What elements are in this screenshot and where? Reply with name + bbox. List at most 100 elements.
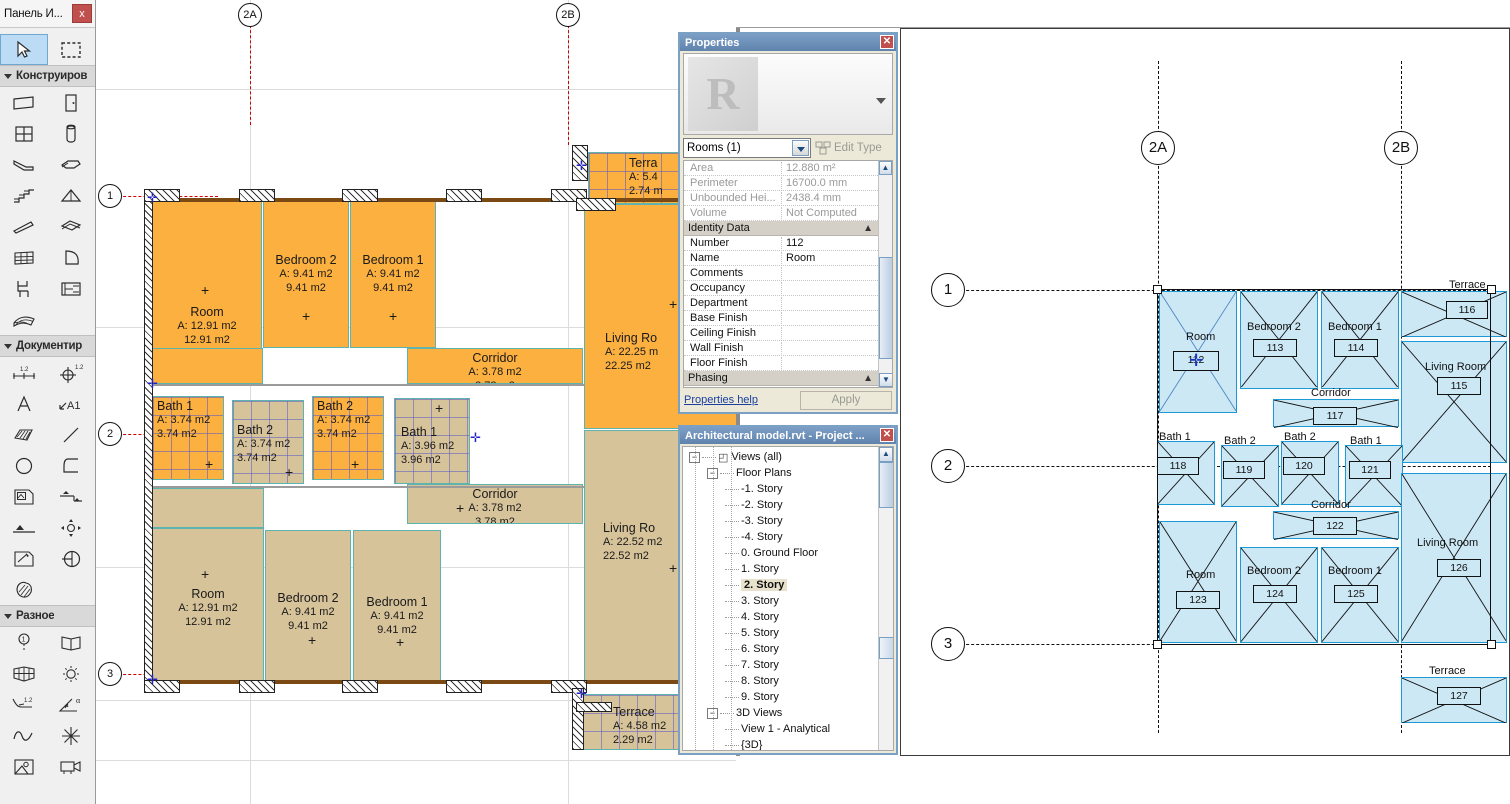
room-bath2-midleft[interactable]: Bath 2 A: 3.74 m2 3.74 m2 + xyxy=(232,400,304,484)
aroom-tag[interactable]: 127 xyxy=(1437,687,1481,705)
ramp-tool[interactable] xyxy=(0,211,48,242)
room-corridor-lower[interactable]: Corridor A: 3.78 m2 3.78 m2 + xyxy=(407,484,583,524)
agrid-bubble-2[interactable]: 2 xyxy=(931,449,965,483)
wall-node[interactable] xyxy=(1153,640,1162,649)
room-bath1-right[interactable]: Bath 1 A: 3.96 m2 3.96 m2 + xyxy=(394,398,470,484)
curtain-wall-icon[interactable] xyxy=(48,211,96,242)
room-bedroom2-lower[interactable]: Bedroom 2 A: 9.41 m2 9.41 m2 + xyxy=(265,530,351,682)
stairs-tool[interactable] xyxy=(0,180,48,211)
chair-icon[interactable] xyxy=(0,273,48,304)
close-icon[interactable]: ✕ xyxy=(880,428,894,442)
selection-grip[interactable] xyxy=(147,378,158,389)
property-group-phasing[interactable]: Phasing ▲ xyxy=(684,371,878,386)
grid-bubble-icon[interactable]: 1 xyxy=(0,627,48,658)
aroom-tag[interactable]: 117 xyxy=(1313,407,1357,425)
aroom-tag[interactable]: 115 xyxy=(1437,377,1481,395)
asterisk-snap-icon[interactable] xyxy=(48,720,96,751)
properties-help-link[interactable]: Properties help xyxy=(684,394,758,406)
close-icon[interactable]: x xyxy=(72,4,92,23)
column-tool[interactable] xyxy=(48,118,96,149)
project-browser-scrollbar[interactable]: ▲ xyxy=(878,447,893,750)
annotation-sheet-icon[interactable] xyxy=(0,543,48,574)
agrid-bubble-2A[interactable]: 2A xyxy=(1141,131,1175,165)
aroom-tag[interactable]: 125 xyxy=(1334,585,1378,603)
selection-grip[interactable] xyxy=(470,432,481,443)
property-row[interactable]: Unbounded Hei... 2438.4 mm xyxy=(684,191,878,206)
wall-node[interactable] xyxy=(1153,285,1162,294)
slope-1-2-icon[interactable]: 1.2 xyxy=(0,689,48,720)
detail-curve-icon[interactable] xyxy=(48,450,96,481)
elevation-marker-icon[interactable] xyxy=(0,512,48,543)
selection-grip[interactable] xyxy=(576,160,587,171)
aroom-tag[interactable]: 118 xyxy=(1157,457,1199,475)
agrid-bubble-1[interactable]: 1 xyxy=(931,273,965,307)
scrollbar-thumb-secondary[interactable] xyxy=(879,637,893,659)
image-icon[interactable] xyxy=(0,751,48,782)
angle-alpha-icon[interactable]: α xyxy=(48,689,96,720)
room-lower-filler[interactable] xyxy=(152,488,264,528)
grid-bubble-2[interactable]: 2 xyxy=(98,422,122,446)
window-tool[interactable] xyxy=(0,118,48,149)
properties-scrollbar[interactable]: ▲ ▼ xyxy=(878,161,892,387)
apply-button[interactable]: Apply xyxy=(800,390,892,410)
aroom-tag[interactable]: 114 xyxy=(1334,339,1378,357)
section-construction-header[interactable]: Конструиров xyxy=(0,65,95,87)
scroll-up-icon[interactable]: ▲ xyxy=(879,161,892,175)
callout-rotate-icon[interactable] xyxy=(48,512,96,543)
tag-A1-icon[interactable]: A1 xyxy=(48,388,96,419)
property-row[interactable]: Comments xyxy=(684,266,878,281)
line-icon[interactable] xyxy=(48,419,96,450)
property-row[interactable]: Number 112 xyxy=(684,236,878,251)
room-bedroom1-upper[interactable]: Bedroom 1 A: 9.41 m2 9.41 m2 + xyxy=(350,200,436,348)
aroom-tag[interactable]: 119 xyxy=(1223,461,1265,479)
spot-elevation-icon[interactable]: 1.2 xyxy=(48,357,96,388)
sheet-icon[interactable] xyxy=(0,481,48,512)
wall-tool[interactable] xyxy=(0,87,48,118)
aroom-tag[interactable]: 122 xyxy=(1313,517,1357,535)
grid-bubble-2B[interactable]: 2B xyxy=(556,3,580,27)
beam-tool[interactable] xyxy=(0,149,48,180)
selection-grip[interactable] xyxy=(576,688,587,699)
section-pie-icon[interactable] xyxy=(48,543,96,574)
aroom-tag[interactable]: 123 xyxy=(1176,591,1220,609)
left-plan-canvas[interactable]: 2A 2B 1 2 3 Terra A: 5.4 2.74 m Room A: … xyxy=(96,0,736,804)
edit-type-button[interactable]: Edit Type xyxy=(815,141,882,155)
property-row[interactable]: Wall Finish xyxy=(684,341,878,356)
filled-region-icon[interactable] xyxy=(0,419,48,450)
grid-panel-icon[interactable] xyxy=(0,242,48,273)
property-row[interactable]: Name Room xyxy=(684,251,878,266)
property-row[interactable]: Phase New Constru... xyxy=(684,386,878,387)
wall-node[interactable] xyxy=(1487,285,1496,294)
property-row[interactable]: Perimeter 16700.0 mm xyxy=(684,176,878,191)
grid-bubble-1[interactable]: 1 xyxy=(98,184,122,208)
properties-grid[interactable]: Area 12.880 m² Perimeter 16700.0 mm Unbo… xyxy=(683,160,893,388)
grid-bubble-2A[interactable]: 2A xyxy=(238,3,262,27)
aroom-tag[interactable]: 116 xyxy=(1446,301,1488,319)
view-tree[interactable]: − ◰ Views (all) − Floor Plans -1. Story xyxy=(683,447,878,750)
camera-icon[interactable] xyxy=(48,751,96,782)
scrollbar-thumb[interactable] xyxy=(879,257,892,359)
opening-icon[interactable] xyxy=(48,627,96,658)
project-browser-body[interactable]: − ◰ Views (all) − Floor Plans -1. Story xyxy=(682,446,894,751)
material-blob-icon[interactable] xyxy=(0,574,48,605)
property-row[interactable]: Volume Not Computed xyxy=(684,206,878,221)
aroom-tag[interactable]: 113 xyxy=(1253,339,1297,357)
room-corridor-upper[interactable]: Corridor A: 3.78 m2 3.78 m2 xyxy=(407,348,583,384)
light-bulb-icon[interactable] xyxy=(48,658,96,689)
roof-tool[interactable] xyxy=(48,180,96,211)
spline-icon[interactable] xyxy=(0,720,48,751)
property-row[interactable]: Area 12.880 m² xyxy=(684,161,878,176)
aroom-tag[interactable]: 124 xyxy=(1253,585,1297,603)
topo-surface-icon[interactable] xyxy=(0,304,48,335)
scroll-up-icon[interactable]: ▲ xyxy=(879,447,893,462)
scroll-down-icon[interactable]: ▼ xyxy=(879,373,892,387)
analytical-plan-canvas[interactable]: 2A 2B 1 2 3 Terrace 116 Room 112 Bedroom… xyxy=(900,28,1510,756)
section-documentation-header[interactable]: Документир xyxy=(0,335,95,357)
property-row[interactable]: Ceiling Finish xyxy=(684,326,878,341)
aroom-tag[interactable]: 120 xyxy=(1283,457,1325,475)
room-bedroom1-lower[interactable]: Bedroom 1 A: 9.41 m2 9.41 m2 + xyxy=(353,530,441,682)
crop-region-tool[interactable] xyxy=(48,34,95,65)
property-row[interactable]: Occupancy xyxy=(684,281,878,296)
component-icon[interactable] xyxy=(48,273,96,304)
room-bath1-left[interactable]: Bath 1 A: 3.74 m2 3.74 m2 + xyxy=(152,396,224,480)
